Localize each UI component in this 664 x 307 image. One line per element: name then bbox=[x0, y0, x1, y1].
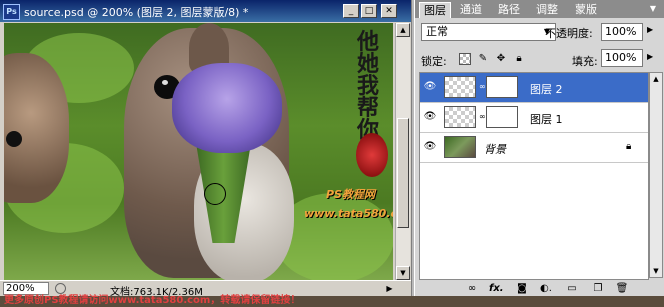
opacity-field[interactable]: 100% bbox=[601, 23, 643, 41]
layer-name[interactable]: 图层 1 bbox=[530, 111, 563, 127]
mask-link-icon[interactable]: ∞ bbox=[479, 81, 486, 93]
layer-mask-thumbnail[interactable] bbox=[486, 106, 518, 128]
purple-flower-bouquet bbox=[172, 63, 282, 153]
opacity-slider-arrow-icon[interactable]: ▶ bbox=[647, 25, 653, 34]
fill-field[interactable]: 100% bbox=[601, 49, 643, 67]
lock-icon: 🔒︎ bbox=[626, 141, 632, 152]
layer-list-scrollbar[interactable]: ▲ ▼ bbox=[649, 72, 663, 278]
tab-channels[interactable]: 通道 bbox=[453, 2, 489, 18]
vertical-scrollbar[interactable]: ▲ ▼ bbox=[395, 23, 410, 280]
layer-thumbnail[interactable] bbox=[444, 136, 476, 158]
bottom-watermark-strip: 更多原创PS教程请访问www.tata580.com，转载请保留链接！ bbox=[0, 295, 664, 307]
bottom-watermark-text: 更多原创PS教程请访问www.tata580.com，转载请保留链接！ bbox=[4, 295, 301, 306]
opacity-label: 不透明度: bbox=[545, 27, 593, 40]
visibility-eye-icon[interactable]: 👁︎ bbox=[423, 81, 437, 93]
status-arrow-icon[interactable]: ▶ bbox=[384, 282, 395, 295]
document-title: source.psd @ 200% (图层 2, 图层蒙版/8) * bbox=[24, 6, 249, 19]
lock-transparency-icon[interactable] bbox=[459, 53, 471, 65]
adjustment-icon[interactable]: ◐. bbox=[539, 282, 553, 295]
tab-adjustments[interactable]: 调整 bbox=[529, 2, 565, 18]
tab-layers[interactable]: 图层 bbox=[419, 2, 451, 18]
tab-masks[interactable]: 蒙版 bbox=[567, 2, 605, 18]
document-title-bar[interactable]: Ps source.psd @ 200% (图层 2, 图层蒙版/8) * _ … bbox=[0, 0, 411, 22]
maximize-button[interactable]: □ bbox=[361, 4, 377, 18]
status-menu-icon[interactable] bbox=[55, 283, 66, 294]
photoshop-icon: Ps bbox=[3, 4, 20, 20]
add-mask-icon[interactable]: ◙ bbox=[515, 282, 529, 295]
minimize-button[interactable]: _ bbox=[343, 4, 359, 18]
fill-slider-arrow-icon[interactable]: ▶ bbox=[647, 52, 653, 61]
layer-row-background[interactable]: 👁︎ 背景 🔒︎ bbox=[420, 133, 648, 163]
layer-thumbnail[interactable] bbox=[444, 76, 476, 98]
layer-row-1[interactable]: 👁︎ ∞ 图层 1 bbox=[420, 103, 648, 133]
blend-mode-value: 正常 bbox=[426, 25, 448, 38]
mask-link-icon[interactable]: ∞ bbox=[479, 111, 486, 123]
lock-label: 锁定: bbox=[421, 55, 447, 68]
lock-paint-brush-icon[interactable]: ✎ bbox=[477, 53, 489, 65]
layer-thumbnail[interactable] bbox=[444, 106, 476, 128]
canvas-watermark-url: www.tata580.com bbox=[304, 207, 393, 220]
fill-label: 填充: bbox=[572, 55, 598, 68]
layer-list: 👁︎ ∞ 图层 2 👁︎ ∞ 图层 1 👁︎ 背景 🔒︎ bbox=[419, 72, 649, 280]
layer-mask-thumbnail[interactable] bbox=[486, 76, 518, 98]
visibility-eye-icon[interactable]: 👁︎ bbox=[423, 111, 437, 123]
link-icon[interactable]: ∞ bbox=[465, 282, 479, 295]
brush-cursor-icon bbox=[204, 183, 226, 205]
lock-position-move-icon[interactable]: ✥ bbox=[495, 53, 507, 65]
trash-icon[interactable]: 🗑︎ bbox=[615, 282, 629, 295]
lock-all-icon[interactable]: 🔒︎ bbox=[513, 53, 525, 65]
image-canvas[interactable]: 他 她 我 帮 你 PS教程网 www.tata580.com bbox=[4, 23, 393, 280]
layer-row-2[interactable]: 👁︎ ∞ 图层 2 bbox=[420, 73, 648, 103]
scroll-down-arrow-icon[interactable]: ▼ bbox=[396, 266, 410, 280]
layer-name[interactable]: 图层 2 bbox=[530, 81, 563, 97]
group-icon[interactable]: ▭ bbox=[565, 282, 579, 295]
zoom-level-field[interactable]: 200% bbox=[3, 282, 49, 295]
red-seal-stamp bbox=[356, 133, 388, 177]
layers-panel: 图层 通道 路径 调整 蒙版 ▼ 正常 ▼ 不透明度: 100% ▶ 锁定: ✎… bbox=[414, 0, 664, 296]
squirrel-eye-highlight bbox=[162, 80, 168, 85]
scroll-up-arrow-icon[interactable]: ▲ bbox=[650, 73, 662, 85]
panel-menu-icon[interactable]: ▼ bbox=[647, 3, 659, 15]
visibility-eye-icon[interactable]: 👁︎ bbox=[423, 141, 437, 153]
fx-icon[interactable]: fx. bbox=[489, 282, 504, 295]
scroll-up-arrow-icon[interactable]: ▲ bbox=[396, 23, 410, 37]
panel-tab-bar: 图层 通道 路径 调整 蒙版 ▼ bbox=[415, 0, 664, 18]
document-window: Ps source.psd @ 200% (图层 2, 图层蒙版/8) * _ … bbox=[0, 0, 412, 298]
calligraphy-text: 他 她 我 帮 你 bbox=[356, 29, 379, 143]
panel-footer-toolbar: ∞ fx. ◙ ◐. ▭ ❐ 🗑︎ bbox=[415, 281, 664, 296]
scroll-down-arrow-icon[interactable]: ▼ bbox=[650, 265, 662, 277]
left-squirrel-eye bbox=[6, 131, 22, 147]
canvas-watermark-title: PS教程网 bbox=[326, 188, 375, 201]
new-layer-icon[interactable]: ❐ bbox=[591, 282, 605, 295]
close-button[interactable]: ✕ bbox=[381, 4, 397, 18]
blend-mode-select[interactable]: 正常 ▼ bbox=[421, 23, 556, 41]
layer-name[interactable]: 背景 bbox=[484, 141, 506, 157]
scroll-thumb[interactable] bbox=[397, 118, 409, 228]
tab-paths[interactable]: 路径 bbox=[491, 2, 527, 18]
